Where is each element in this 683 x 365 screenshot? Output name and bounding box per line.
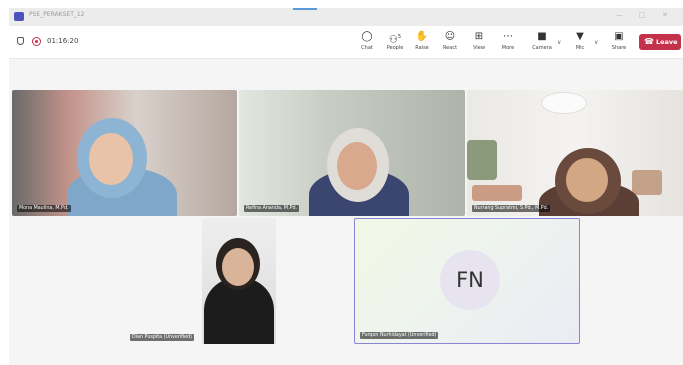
people-button[interactable]: ⚇5 People: [382, 28, 408, 56]
leave-button[interactable]: ☎ Leave: [639, 34, 681, 50]
maximize-icon[interactable]: □: [639, 11, 646, 19]
participant-tile[interactable]: Nurrang Supratmi, S.Pd., M.Pd.: [467, 90, 683, 216]
view-icon: ⊞: [474, 31, 484, 42]
raise-hand-button[interactable]: ✋ Raise: [409, 28, 435, 56]
record-icon: [32, 37, 41, 46]
mic-button[interactable]: ▼ Mic: [567, 28, 593, 56]
participant-tile[interactable]: [202, 218, 276, 344]
teams-app-icon: [14, 12, 24, 21]
close-icon[interactable]: ✕: [662, 11, 668, 19]
camera-options-chevron-icon[interactable]: ∨: [557, 39, 561, 46]
participant-name: Dian Puspita (Unverified): [130, 334, 195, 341]
raise-hand-icon: ✋: [415, 31, 429, 42]
react-button[interactable]: ☺ React: [437, 28, 463, 56]
mic-options-chevron-icon[interactable]: ∨: [594, 39, 598, 46]
drag-indicator: [293, 8, 317, 10]
participant-name: Nurrang Supratmi, S.Pd., M.Pd.: [472, 205, 551, 212]
more-icon: ⋯: [503, 31, 513, 42]
people-count: 5: [397, 34, 402, 40]
avatar: FN: [440, 250, 500, 310]
more-button[interactable]: ⋯ More: [495, 28, 521, 56]
participant-name: Furqon Nurhidayat (Unverified): [360, 332, 439, 339]
chat-icon: ◯: [361, 31, 373, 42]
meeting-window: PSE_PERAKSET_12 — □ ✕ 01:16:20 ◯ Chat ⚇5…: [9, 8, 683, 365]
shield-icon[interactable]: [17, 37, 24, 45]
camera-icon: ■: [537, 31, 547, 42]
participant-tile[interactable]: FN Furqon Nurhidayat (Unverified): [354, 218, 580, 344]
minimize-icon[interactable]: —: [616, 11, 623, 19]
phone-icon: ☎: [644, 37, 654, 46]
mic-icon: ▼: [576, 31, 584, 42]
share-button[interactable]: ▣ Share: [606, 28, 632, 56]
participant-name: Refina Ananda, M.Pd.: [244, 205, 300, 212]
camera-button[interactable]: ■ Camera: [529, 28, 555, 56]
participant-tile[interactable]: Mona Maulina, M.Pd.: [12, 90, 237, 216]
participant-tile[interactable]: Refina Ananda, M.Pd.: [239, 90, 465, 216]
meeting-timer: 01:16:20: [47, 37, 79, 45]
title-bar: PSE_PERAKSET_12 — □ ✕: [9, 8, 683, 26]
view-button[interactable]: ⊞ View: [466, 28, 492, 56]
chat-button[interactable]: ◯ Chat: [354, 28, 380, 56]
participant-name: Mona Maulina, M.Pd.: [17, 205, 71, 212]
window-title: PSE_PERAKSET_12: [29, 11, 85, 18]
ceiling-light: [541, 92, 587, 114]
people-icon: ⚇5: [388, 34, 402, 46]
share-icon: ▣: [614, 31, 624, 42]
react-icon: ☺: [444, 31, 456, 42]
meeting-toolbar: 01:16:20 ◯ Chat ⚇5 People ✋ Raise ☺ Reac…: [9, 26, 683, 59]
